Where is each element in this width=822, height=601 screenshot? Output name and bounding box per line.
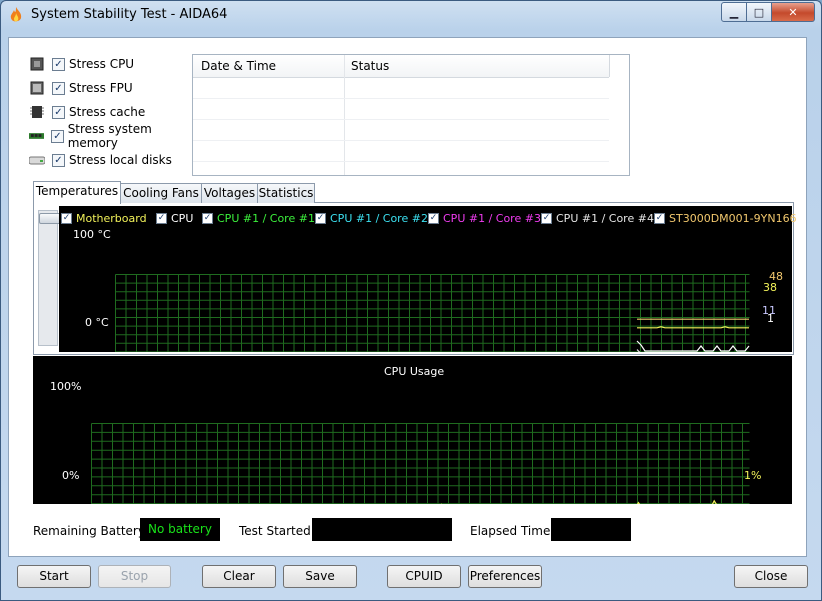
temperature-graph: ✓ Motherboard ✓ CPU ✓ CPU #1 / Core #1 ✓ CPU…	[59, 206, 797, 352]
stress-fpu-label: Stress FPU	[69, 81, 133, 95]
graph-scroll-slider[interactable]	[38, 210, 61, 346]
memory-module-icon	[29, 133, 45, 139]
elapsed-time-box	[551, 518, 631, 541]
stop-button[interactable]: Stop	[98, 565, 171, 588]
cpu-current-value: 1%	[744, 469, 762, 482]
aida64-flame-icon	[10, 7, 22, 22]
close-x-icon: ✕	[788, 5, 798, 19]
minimize-button[interactable]: ▁	[721, 2, 747, 22]
cpuid-button[interactable]: CPUID	[387, 565, 461, 588]
battery-label: Remaining Battery:	[33, 524, 149, 538]
maximize-icon: □	[753, 5, 765, 19]
save-button[interactable]: Save	[283, 565, 357, 588]
stress-disks-option[interactable]: ✓ Stress local disks	[29, 150, 199, 170]
battery-value-box: No battery	[140, 518, 220, 541]
stress-memory-option[interactable]: ✓ Stress system memory	[29, 122, 199, 150]
log-row	[193, 98, 609, 99]
stress-fpu-checkbox[interactable]: ✓	[52, 81, 65, 95]
test-started-label: Test Started:	[239, 524, 315, 538]
temp-end-value-3: 11	[762, 304, 776, 317]
stress-memory-label: Stress system memory	[67, 122, 152, 150]
battery-value: No battery	[148, 522, 212, 536]
stress-fpu-option[interactable]: ✓ Stress FPU	[29, 78, 199, 98]
fpu-chip-icon	[30, 81, 44, 95]
slider-thumb[interactable]	[39, 213, 61, 224]
cpu-usage-plot	[91, 423, 750, 504]
clear-button[interactable]: Clear	[202, 565, 276, 588]
test-started-box	[312, 518, 452, 541]
stress-cache-option[interactable]: ✓ Stress cache	[29, 102, 199, 122]
main-window: System Stability Test - AIDA64 ▁ □ ✕ ✓ S…	[0, 0, 822, 601]
tab-voltages[interactable]: Voltages	[201, 183, 258, 203]
stress-cpu-option[interactable]: ✓ Stress CPU	[29, 54, 199, 74]
client-area: ✓ Stress CPU ✓ Stress FPU ✓ Stress cache…	[8, 37, 807, 557]
stress-cache-label: Stress cache	[69, 105, 146, 119]
log-column-status[interactable]: Status	[351, 59, 389, 73]
preferences-button[interactable]: Preferences	[468, 565, 542, 588]
log-row	[193, 161, 609, 162]
minimize-icon: ▁	[729, 5, 739, 19]
tab-cooling-fans[interactable]: Cooling Fans	[120, 183, 202, 203]
start-button[interactable]: Start	[17, 565, 91, 588]
log-column-date[interactable]: Date & Time	[201, 59, 276, 73]
tab-statistics[interactable]: Statistics	[257, 183, 315, 203]
close-window-button[interactable]: ✕	[772, 2, 815, 22]
stress-cpu-checkbox[interactable]: ✓	[52, 57, 65, 71]
stress-memory-checkbox[interactable]: ✓	[51, 129, 64, 143]
stress-disks-label: Stress local disks	[69, 153, 172, 167]
hard-disk-icon	[29, 156, 45, 165]
title-bar[interactable]: System Stability Test - AIDA64 ▁ □ ✕	[1, 1, 821, 29]
tab-temperatures[interactable]: Temperatures	[33, 181, 121, 204]
temperature-plot	[115, 274, 750, 352]
stress-cache-checkbox[interactable]: ✓	[52, 105, 65, 119]
temp-end-value-1: 48	[769, 270, 783, 283]
status-fields: Remaining Battery: No battery Test Start…	[33, 518, 793, 542]
cpu-chip-icon	[30, 57, 44, 71]
log-row	[193, 140, 609, 141]
event-log-table[interactable]: Date & Time Status	[192, 54, 630, 176]
cache-chip-icon	[30, 106, 44, 118]
maximize-button[interactable]: □	[747, 2, 772, 22]
cpu-usage-graph: CPU Usage 100% 0% 1%	[33, 356, 792, 504]
window-title: System Stability Test - AIDA64	[31, 7, 228, 22]
log-header: Date & Time Status	[193, 55, 610, 175]
stress-disks-checkbox[interactable]: ✓	[52, 153, 65, 167]
elapsed-time-label: Elapsed Time:	[470, 524, 555, 538]
log-row	[193, 119, 609, 120]
close-button[interactable]: Close	[734, 565, 808, 588]
stress-cpu-label: Stress CPU	[69, 57, 135, 71]
